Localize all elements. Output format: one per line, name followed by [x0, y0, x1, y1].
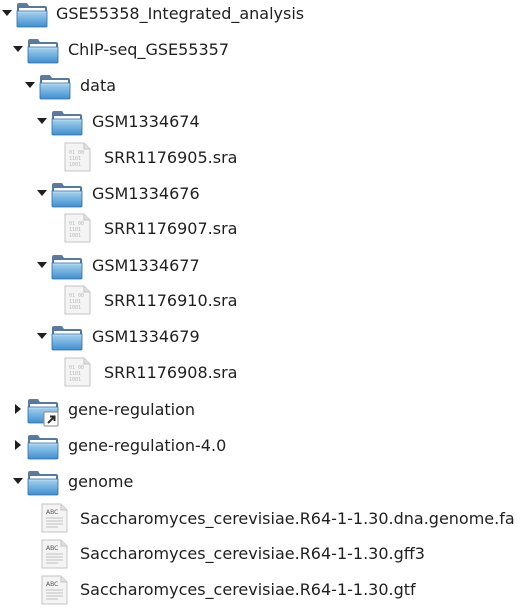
expand-arrow-down-icon[interactable] [37, 188, 47, 198]
tree-item-label: SRR1176905.sra [104, 148, 238, 167]
tree-row-srr1176908[interactable]: SRR1176908.sra [0, 356, 526, 390]
tree-item-label: ChIP-seq_GSE55357 [68, 40, 229, 59]
tree-item-label: GSM1334679 [92, 327, 200, 346]
tree-row-genome[interactable]: genome [0, 468, 526, 502]
expand-arrow-down-icon[interactable] [37, 331, 47, 341]
tree-row-root[interactable]: GSE55358_Integrated_analysis [0, 0, 526, 34]
folder-icon [27, 38, 59, 64]
tree-item-label: GSM1334674 [92, 112, 200, 131]
folder-icon [39, 74, 71, 100]
binary-file-icon [63, 142, 91, 172]
tree-item-label: SRR1176908.sra [104, 363, 238, 382]
binary-file-icon [63, 357, 91, 387]
tree-row-data[interactable]: data [0, 72, 526, 106]
folder-icon [51, 182, 83, 208]
tree-item-label: Saccharomyces_cerevisiae.R64-1-1.30.gtf [80, 580, 416, 599]
tree-item-label: SRR1176910.sra [104, 291, 238, 310]
expand-arrow-down-icon[interactable] [37, 116, 47, 126]
binary-file-icon [63, 213, 91, 243]
expand-arrow-right-icon[interactable] [13, 440, 23, 450]
expand-arrow-right-icon[interactable] [13, 404, 23, 414]
tree-row-gsm1334674[interactable]: GSM1334674 [0, 108, 526, 142]
folder-link-icon [27, 398, 59, 428]
tree-item-label: gene-regulation [68, 400, 196, 419]
expand-arrow-down-icon[interactable] [13, 44, 23, 54]
tree-row-gene-regulation[interactable]: gene-regulation [0, 396, 526, 430]
folder-icon [51, 325, 83, 351]
tree-row-gff3[interactable]: Saccharomyces_cerevisiae.R64-1-1.30.gff3 [0, 538, 526, 572]
expand-arrow-down-icon[interactable] [2, 8, 12, 18]
tree-item-label: GSM1334676 [92, 184, 200, 203]
text-file-icon [40, 575, 68, 605]
tree-item-label: gene-regulation-4.0 [68, 436, 227, 455]
tree-item-label: GSE55358_Integrated_analysis [56, 4, 305, 23]
tree-item-label: data [80, 76, 117, 95]
text-file-icon [40, 503, 68, 533]
folder-icon [51, 110, 83, 136]
expand-arrow-down-icon[interactable] [37, 260, 47, 270]
tree-row-srr1176905[interactable]: SRR1176905.sra [0, 141, 526, 175]
tree-row-gsm1334677[interactable]: GSM1334677 [0, 252, 526, 286]
tree-row-genome-fa[interactable]: Saccharomyces_cerevisiae.R64-1-1.30.dna.… [0, 502, 526, 536]
tree-item-label: genome [68, 472, 134, 491]
folder-icon [51, 254, 83, 280]
folder-icon [27, 434, 59, 460]
tree-row-gsm1334679[interactable]: GSM1334679 [0, 323, 526, 357]
folder-icon [16, 2, 48, 28]
binary-file-icon [63, 285, 91, 315]
tree-item-label: GSM1334677 [92, 256, 200, 275]
tree-row-gene-regulation-4-0[interactable]: gene-regulation-4.0 [0, 432, 526, 466]
tree-row-srr1176907[interactable]: SRR1176907.sra [0, 212, 526, 246]
tree-row-srr1176910[interactable]: SRR1176910.sra [0, 284, 526, 318]
tree-item-label: SRR1176907.sra [104, 219, 238, 238]
expand-arrow-down-icon[interactable] [25, 80, 35, 90]
text-file-icon [40, 539, 68, 569]
expand-arrow-down-icon[interactable] [13, 476, 23, 486]
tree-item-label: Saccharomyces_cerevisiae.R64-1-1.30.dna.… [80, 509, 515, 528]
tree-row-gsm1334676[interactable]: GSM1334676 [0, 180, 526, 214]
folder-icon [27, 470, 59, 496]
tree-row-gtf[interactable]: Saccharomyces_cerevisiae.R64-1-1.30.gtf [0, 574, 526, 608]
tree-item-label: Saccharomyces_cerevisiae.R64-1-1.30.gff3 [80, 544, 425, 563]
tree-row-chip-seq[interactable]: ChIP-seq_GSE55357 [0, 36, 526, 70]
